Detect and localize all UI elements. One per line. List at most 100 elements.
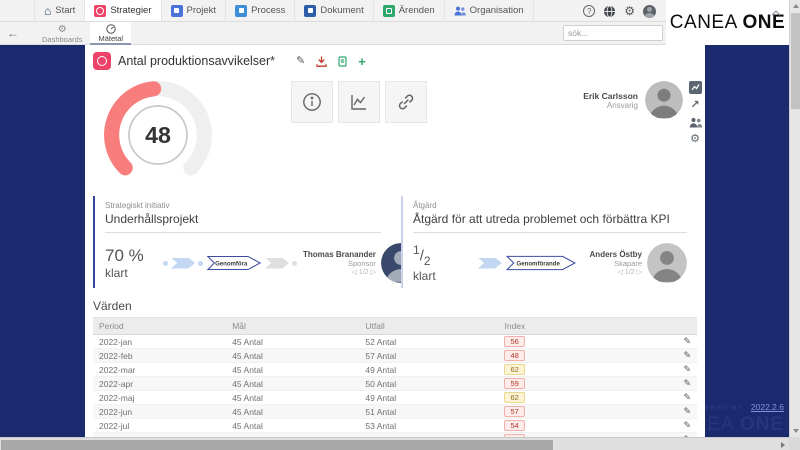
version-link[interactable]: 2022.2.6: [751, 402, 784, 412]
scroll-right-icon[interactable]: [781, 442, 785, 448]
kpi-type-icon: [93, 52, 111, 70]
stage-dot: [198, 261, 203, 266]
edit-kpi-icon[interactable]: ✎: [296, 56, 305, 67]
pager-prev-icon[interactable]: ◁: [351, 269, 356, 276]
add-icon[interactable]: +: [358, 55, 366, 68]
nav-tab-label: Ärenden: [399, 5, 435, 16]
cell-index: 54: [504, 420, 631, 431]
table-row: 2022-jun45 Antal51 Antal57✎: [93, 405, 697, 419]
gauge-value: 48: [145, 122, 171, 148]
kpi-settings-gear-icon[interactable]: ⚙: [690, 134, 700, 145]
table-row: 2022-feb45 Antal57 Antal48✎: [93, 349, 697, 363]
kpi-buttons: [291, 81, 427, 123]
svg-text:Genomföra: Genomföra: [215, 261, 248, 267]
kpi-actions: ✎ +: [296, 55, 366, 68]
nav-tab-label: Dokument: [320, 5, 363, 16]
nav-tab-dokument[interactable]: Dokument: [295, 0, 373, 21]
pager-next-icon[interactable]: ▷: [637, 269, 642, 276]
person-name: Thomas Branander: [303, 250, 376, 259]
edit-row-icon[interactable]: ✎: [683, 364, 691, 374]
search-box: [563, 25, 663, 41]
progress-unit: klart: [105, 266, 163, 280]
cell-index: 62: [504, 364, 631, 375]
person-avatar[interactable]: [647, 243, 687, 283]
nav-tab-arenden[interactable]: Ärenden: [374, 0, 445, 21]
export-icon[interactable]: [316, 56, 327, 67]
values-section-title: Värden: [93, 299, 697, 318]
horizontal-scrollbar[interactable]: [0, 437, 789, 450]
pager-next-icon[interactable]: ▷: [371, 269, 376, 276]
cell-period: 2022-feb: [99, 351, 232, 361]
edit-row-icon[interactable]: ✎: [683, 378, 691, 388]
edit-row-icon[interactable]: ✎: [683, 406, 691, 416]
cell-goal: 45 Antal: [232, 337, 365, 347]
cell-period: 2022-jun: [99, 407, 232, 417]
pager-prev-icon[interactable]: ◁: [618, 269, 623, 276]
vertical-scrollbar[interactable]: [789, 0, 800, 437]
scroll-up-icon[interactable]: [793, 4, 799, 8]
settings-gear-icon[interactable]: ⚙: [624, 5, 635, 17]
projekt-icon: [171, 5, 183, 17]
tab-label: Mätetal: [98, 34, 123, 43]
owner-name: Erik Carlsson: [583, 91, 638, 101]
edit-row-icon[interactable]: ✎: [683, 336, 691, 346]
card-type-label: Åtgärd: [413, 201, 687, 210]
nav-tab-process[interactable]: Process: [226, 0, 295, 21]
kpi-title: Antal produktionsavvikelser*: [118, 54, 275, 68]
cell-index: 59: [504, 378, 631, 389]
cell-index: 57: [504, 406, 631, 417]
nav-tab-organisation[interactable]: Organisation: [445, 0, 534, 21]
cell-outcome: 50 Antal: [365, 379, 504, 389]
kpi-panel: Antal produktionsavvikelser* ✎ + 48: [85, 45, 705, 450]
module-tabs: ⌂ Start Strategier Projekt Process Dokum…: [34, 0, 534, 21]
progress-value: 70 %: [105, 246, 163, 266]
user-avatar[interactable]: [643, 5, 656, 18]
vertical-scroll-thumb[interactable]: [791, 13, 800, 109]
tab-dashboards[interactable]: ⚙ Dashboards: [34, 22, 90, 45]
progress-unit: klart: [413, 269, 471, 283]
kpi-gauge: 48: [100, 77, 216, 193]
cell-outcome: 53 Antal: [365, 421, 504, 431]
initiative-card: Strategiskt initiativ Underhållsprojekt …: [93, 196, 391, 288]
nav-tab-start[interactable]: ⌂ Start: [34, 0, 85, 21]
edit-row-icon[interactable]: ✎: [683, 350, 691, 360]
index-badge: 48: [504, 350, 524, 361]
help-icon[interactable]: ?: [583, 5, 595, 17]
scroll-down-icon[interactable]: [793, 429, 799, 433]
document-icon[interactable]: [338, 56, 347, 67]
globe-icon[interactable]: [603, 5, 616, 18]
cell-outcome: 51 Antal: [365, 407, 504, 417]
nav-tab-label: Projekt: [187, 5, 217, 16]
chart-icon: [349, 92, 369, 112]
pager-count: 1/2: [625, 269, 635, 276]
back-arrow-icon[interactable]: ←: [7, 26, 19, 40]
card-title[interactable]: Underhållsprojekt: [105, 210, 381, 233]
nav-tab-projekt[interactable]: Projekt: [162, 0, 227, 21]
link-button[interactable]: [385, 81, 427, 123]
cell-period: 2022-jan: [99, 337, 232, 347]
owner-role: Ansvarig: [583, 101, 638, 110]
stage-arrow-done: [478, 258, 502, 269]
index-badge: 62: [504, 364, 524, 375]
edit-row-icon[interactable]: ✎: [683, 420, 691, 430]
horizontal-scroll-thumb[interactable]: [1, 440, 553, 450]
process-icon: [235, 5, 247, 17]
trend-view-icon[interactable]: [689, 81, 702, 94]
dashboard-gear-icon: ⚙: [58, 25, 67, 35]
home-icon: ⌂: [44, 5, 51, 17]
nav-tab-strategier[interactable]: Strategier: [85, 0, 161, 21]
edit-row-icon[interactable]: ✎: [683, 392, 691, 402]
collapse-chevron-icon[interactable]: [771, 3, 781, 21]
current-stage-badge: Genomföra: [206, 255, 262, 271]
top-nav: ⌂ Start Strategier Projekt Process Dokum…: [0, 0, 666, 22]
info-button[interactable]: [291, 81, 333, 123]
card-title[interactable]: Åtgärd för att utreda problemet och förb…: [413, 210, 687, 233]
tab-matetal[interactable]: Mätetal: [90, 22, 131, 45]
table-row: 2022-maj45 Antal49 Antal62✎: [93, 391, 697, 405]
people-icon[interactable]: [689, 117, 702, 128]
brand-logo: CANEA ONE: [670, 12, 785, 34]
chart-button[interactable]: [338, 81, 380, 123]
open-external-icon[interactable]: ↗: [690, 100, 699, 111]
link-icon: [396, 92, 416, 112]
owner-avatar[interactable]: [645, 81, 683, 119]
